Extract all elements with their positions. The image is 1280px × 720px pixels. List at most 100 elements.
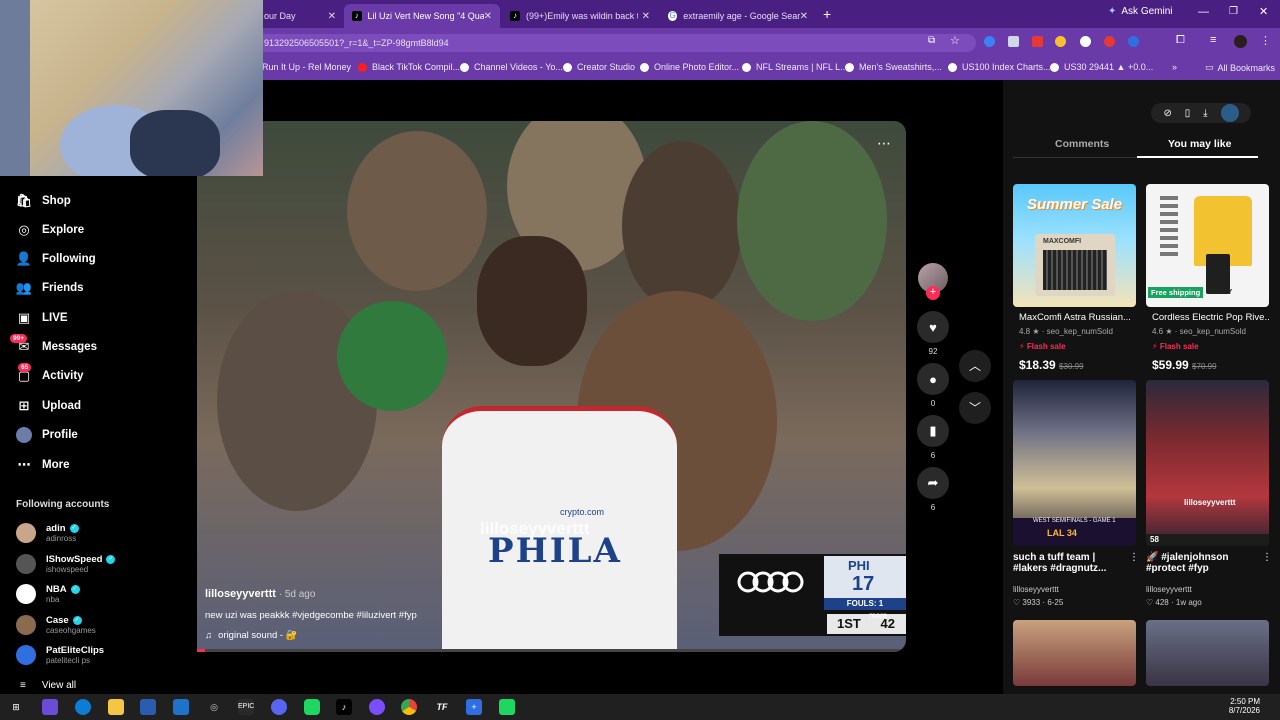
- sidebar-item-messages[interactable]: ✉ 99+ Messages: [10, 334, 97, 355]
- tab-you-may-like[interactable]: You may like: [1168, 138, 1231, 150]
- extension-icon[interactable]: [1055, 36, 1066, 47]
- app-icon[interactable]: TF: [434, 699, 450, 715]
- extension-icon[interactable]: [984, 36, 995, 47]
- mobile-icon[interactable]: ▯: [1185, 108, 1191, 119]
- suggested-video-thumb[interactable]: [1146, 620, 1269, 686]
- sidebar-item-profile[interactable]: Profile: [16, 427, 78, 443]
- system-clock[interactable]: 2:50 PM 8/7/2026: [1200, 697, 1260, 715]
- comment-button[interactable]: ●: [917, 363, 949, 395]
- extension-icon[interactable]: [1104, 36, 1115, 47]
- maximize-button[interactable]: ❐: [1229, 6, 1238, 17]
- video-author[interactable]: lilloseyyverttt · 5d ago: [205, 588, 315, 600]
- extension-icon[interactable]: [1032, 36, 1043, 47]
- close-icon[interactable]: ✕: [642, 11, 650, 22]
- video-author: lilloseyyverttt: [1013, 585, 1059, 594]
- following-account[interactable]: NBA ✓ nba: [16, 584, 80, 604]
- app-icon[interactable]: [304, 699, 320, 715]
- tab-lil-uzi-vert[interactable]: ♪ Lil Uzi Vert New Song "4 Quak ✕: [344, 4, 500, 28]
- extension-icon[interactable]: [1080, 36, 1091, 47]
- compass-icon[interactable]: ⊘: [1163, 108, 1171, 119]
- like-button[interactable]: ♥: [917, 311, 949, 343]
- compass-icon: ◎: [18, 222, 30, 237]
- following-account[interactable]: Case ✓ caseohgames: [16, 615, 96, 635]
- sidebar-item-more[interactable]: ⋯ More: [16, 457, 70, 473]
- following-account[interactable]: IShowSpeed ✓ ishowspeed: [16, 554, 116, 574]
- progress-track[interactable]: [197, 649, 906, 652]
- bookmark-item[interactable]: Online Photo Editor...: [640, 62, 739, 72]
- chrome-icon[interactable]: [401, 699, 417, 715]
- all-bookmarks[interactable]: ▭ All Bookmarks: [1205, 62, 1275, 73]
- save-button[interactable]: ▮: [917, 415, 949, 447]
- bookmark-item[interactable]: Black TikTok Compil...: [358, 62, 460, 72]
- ask-gemini-button[interactable]: ✦ Ask Gemini: [1108, 6, 1173, 17]
- menu-icon[interactable]: ⋮: [1260, 34, 1271, 47]
- bookmark-item[interactable]: US100 Index Charts...: [948, 62, 1051, 72]
- bookmark-item[interactable]: Channel Videos - Yo...: [460, 62, 563, 72]
- copilot-icon[interactable]: [42, 699, 58, 715]
- bookmark-item[interactable]: Run It Up - Rel Money: [262, 62, 351, 72]
- sidebar-item-explore[interactable]: ◎ Explore: [16, 222, 84, 238]
- share-button[interactable]: ➦: [917, 467, 949, 499]
- bookmark-item[interactable]: Men's Sweatshirts,...: [845, 62, 942, 72]
- bookmark-item[interactable]: NFL Streams | NFL L...: [742, 62, 848, 72]
- sidebar-item-activity[interactable]: ▢ 65 Activity: [16, 363, 84, 384]
- windows-start-icon[interactable]: ⊞: [8, 699, 24, 715]
- close-icon[interactable]: ✕: [328, 11, 336, 22]
- extension-icon[interactable]: [1008, 36, 1019, 47]
- caption-more-link[interactable]: more: [869, 611, 887, 620]
- epic-games-icon[interactable]: EPIC: [238, 699, 254, 715]
- tab-our-day[interactable]: our Day ✕: [256, 4, 344, 28]
- tiktok-icon[interactable]: ♪: [336, 699, 352, 715]
- file-explorer-icon[interactable]: [108, 699, 124, 715]
- flash-sale-label: ⚡ Flash sale: [1019, 342, 1066, 351]
- avatar: [16, 615, 36, 635]
- tab-emily[interactable]: ♪ (99+)Emily was wildin back the ✕: [502, 4, 658, 28]
- mail-icon[interactable]: [173, 699, 189, 715]
- bookmark-item[interactable]: Creator Studio: [563, 62, 635, 72]
- tiktok-icon: ♪: [510, 11, 520, 21]
- more-options-icon[interactable]: ⋯: [877, 135, 891, 152]
- steam-icon[interactable]: ◎: [206, 699, 222, 715]
- next-video-button[interactable]: ﹀: [959, 392, 991, 424]
- sound-link[interactable]: ♫ original sound - 🔐: [205, 630, 298, 641]
- bookmark-star-icon[interactable]: ☆: [950, 34, 960, 47]
- bookmarks-overflow-icon[interactable]: »: [1172, 62, 1177, 72]
- close-icon[interactable]: ✕: [800, 11, 808, 22]
- sidebar-item-friends[interactable]: 👥 Friends: [16, 280, 84, 296]
- score-value: 17: [852, 573, 875, 595]
- extensions-puzzle-icon[interactable]: ⧠: [1176, 34, 1185, 47]
- more-options-icon[interactable]: ⋮: [1262, 552, 1272, 563]
- app-icon[interactable]: [499, 699, 515, 715]
- tab-comments[interactable]: Comments: [1055, 138, 1109, 150]
- bookmark-item[interactable]: US30 29441 ▲ +0.0...: [1050, 62, 1153, 72]
- close-icon[interactable]: ✕: [484, 11, 492, 22]
- follow-plus-icon[interactable]: +: [926, 286, 940, 300]
- new-tab-button[interactable]: +: [823, 6, 831, 22]
- following-account[interactable]: adin ✓ adinross: [16, 523, 79, 543]
- app-icon[interactable]: [369, 699, 385, 715]
- discord-icon[interactable]: [271, 699, 287, 715]
- cast-icon[interactable]: ⧉: [928, 35, 935, 46]
- suggested-video-thumb[interactable]: [1013, 620, 1136, 686]
- close-window-button[interactable]: ✕: [1259, 5, 1268, 18]
- previous-video-button[interactable]: ︿: [959, 350, 991, 382]
- url-field[interactable]: 913292506505501?_r=1&_t=ZP-98gmtB8ld94: [256, 34, 976, 52]
- sidebar-item-upload[interactable]: ⊞ Upload: [16, 398, 81, 414]
- extension-icon[interactable]: [1128, 36, 1139, 47]
- more-options-icon[interactable]: ⋮: [1129, 552, 1139, 563]
- following-icon: 👤: [15, 251, 33, 266]
- store-icon[interactable]: [140, 699, 156, 715]
- sidebar-item-following[interactable]: 👤 Following: [16, 251, 96, 267]
- following-account[interactable]: PatEliteClips patelitecli ps: [16, 645, 104, 665]
- download-icon[interactable]: ⤓: [1203, 108, 1207, 119]
- app-icon[interactable]: +: [466, 699, 482, 715]
- avatar[interactable]: [1234, 35, 1247, 48]
- sidebar-item-shop[interactable]: 🛍 Shop: [16, 193, 71, 209]
- edge-icon[interactable]: [75, 699, 91, 715]
- reading-list-icon[interactable]: ≡: [1210, 34, 1216, 46]
- avatar[interactable]: [1220, 104, 1239, 122]
- view-all-link[interactable]: ≡ View all: [20, 680, 76, 691]
- minimize-button[interactable]: —: [1198, 6, 1209, 18]
- sidebar-item-live[interactable]: ▣ LIVE: [16, 310, 68, 326]
- tab-google-search[interactable]: G extraemily age - Google Search ✕: [660, 4, 816, 28]
